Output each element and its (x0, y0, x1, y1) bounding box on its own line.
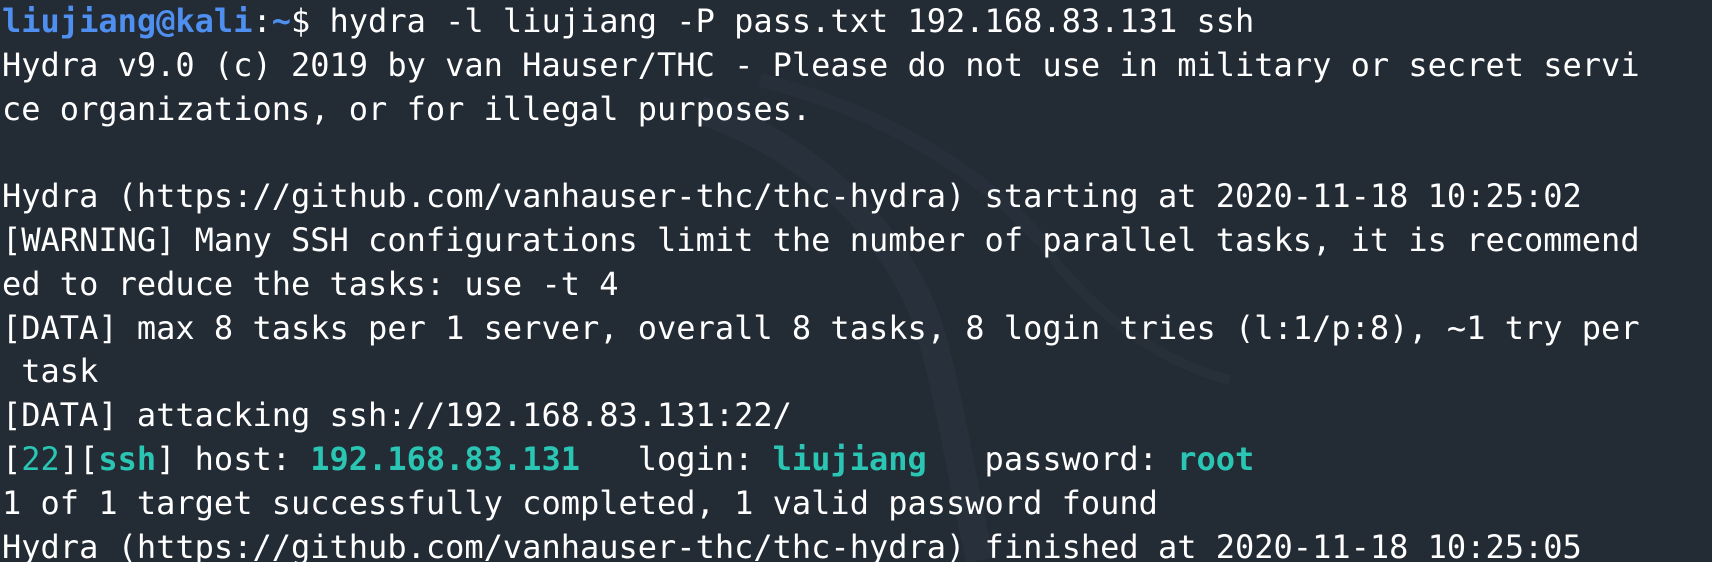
result-login-value: liujiang (772, 439, 927, 478)
output-line-summary: 1 of 1 target successfully completed, 1 … (2, 483, 1158, 522)
output-line-finished: Hydra (https://github.com/vanhauser-thc/… (2, 527, 1582, 562)
result-password-value: root (1177, 439, 1255, 478)
result-host-label: host: (175, 439, 311, 478)
output-line-attacking: [DATA] attacking ssh://192.168.83.131:22… (2, 396, 792, 435)
result-host-value: 192.168.83.131 (310, 439, 580, 478)
result-login-label: login: (579, 439, 773, 478)
result-open-bracket: [ (2, 439, 22, 478)
output-line-starting: Hydra (https://github.com/vanhauser-thc/… (2, 177, 1582, 216)
prompt-user: liujiang (2, 2, 157, 40)
output-line-result: [22][ssh] host: 192.168.83.131 login: li… (2, 438, 1712, 482)
prompt-host: kali (175, 2, 253, 40)
output-line-warning-2: ed to reduce the tasks: use -t 4 (2, 264, 619, 303)
output-line-data-2: task (2, 352, 99, 391)
command-text: hydra -l liujiang -P pass.txt 192.168.83… (329, 2, 1255, 40)
prompt-separator: : (252, 2, 272, 40)
result-password-label: password: (926, 439, 1178, 478)
result-mid-bracket: ][ (59, 439, 99, 478)
prompt-symbol: $ (290, 2, 330, 40)
result-close-bracket: ] (156, 439, 176, 478)
prompt-line: liujiang@kali:~$ hydra -l liujiang -P pa… (2, 0, 1712, 44)
output-line-blank (2, 131, 1712, 175)
terminal-window[interactable]: liujiang@kali:~$ hydra -l liujiang -P pa… (0, 0, 1712, 562)
prompt-path: ~ (271, 2, 291, 40)
output-line-data-1: [DATA] max 8 tasks per 1 server, overall… (2, 308, 1640, 347)
result-port: 22 (21, 439, 60, 478)
output-line-banner-1: Hydra v9.0 (c) 2019 by van Hauser/THC - … (2, 45, 1640, 84)
result-service: ssh (98, 439, 157, 478)
prompt-at: @ (156, 2, 176, 40)
output-line-warning-1: [WARNING] Many SSH configurations limit … (2, 220, 1640, 259)
output-line-banner-2: ce organizations, or for illegal purpose… (2, 89, 812, 128)
